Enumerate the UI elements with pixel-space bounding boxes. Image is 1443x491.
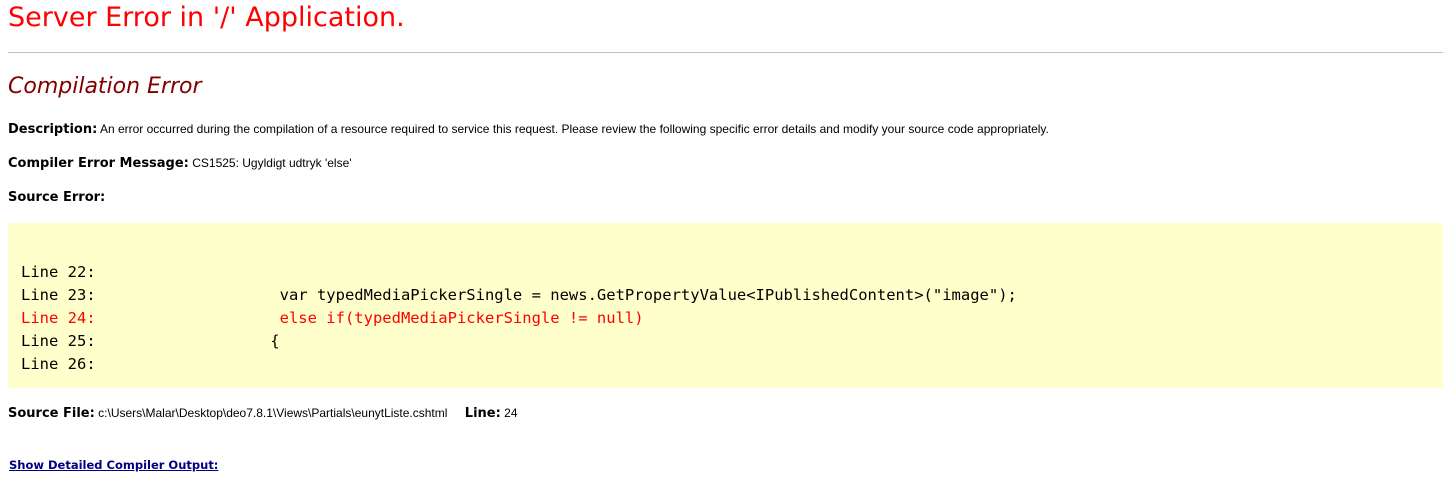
source-file-path: c:\Users\Malar\Desktop\deo7.8.1\Views\Pa… — [98, 406, 448, 420]
description-row: Description: An error occurred during th… — [8, 122, 1049, 137]
source-code-box: Line 22: Line 23: var typedMediaPickerSi… — [8, 223, 1443, 388]
compiler-message-text: CS1525: Ugyldigt udtryk 'else' — [192, 156, 352, 170]
error-type-heading: Compilation Error — [8, 74, 202, 99]
show-detailed-compiler-output-link[interactable]: Show Detailed Compiler Output: — [9, 458, 218, 472]
description-label: Description: — [8, 122, 98, 137]
code-line-text: var typedMediaPickerSingle = news.GetPro… — [121, 286, 1017, 304]
code-line-text: { — [121, 332, 280, 350]
source-line-value: 24 — [504, 406, 518, 420]
compiler-message-row: Compiler Error Message: CS1525: Ugyldigt… — [8, 156, 352, 171]
source-file-label: Source File: — [8, 406, 95, 421]
code-line-number: Line 23: — [21, 286, 96, 304]
code-line: Line 26: — [21, 355, 121, 373]
description-text: An error occurred during the compilation… — [99, 122, 1049, 136]
code-line-number: Line 26: — [21, 355, 96, 373]
source-line-label: Line: — [464, 406, 501, 421]
code-line-number: Line 22: — [21, 263, 96, 281]
code-line-number: Line 24: — [21, 309, 96, 327]
source-file-row: Source File: c:\Users\Malar\Desktop\deo7… — [8, 406, 518, 421]
code-line: Line 22: — [21, 263, 121, 281]
code-line-error: Line 24: else if(typedMediaPickerSingle … — [21, 309, 644, 327]
title-divider — [8, 52, 1443, 53]
compiler-message-label: Compiler Error Message: — [8, 156, 189, 171]
code-line-number: Line 25: — [21, 332, 96, 350]
source-error-label: Source Error: — [8, 190, 106, 205]
code-line: Line 23: var typedMediaPickerSingle = ne… — [21, 286, 1017, 304]
error-page: Server Error in '/' Application. Compila… — [0, 0, 1443, 491]
page-title: Server Error in '/' Application. — [8, 2, 405, 33]
source-error-row: Source Error: — [8, 190, 105, 205]
code-line-text: else if(typedMediaPickerSingle != null) — [121, 309, 644, 327]
code-line: Line 25: { — [21, 332, 280, 350]
